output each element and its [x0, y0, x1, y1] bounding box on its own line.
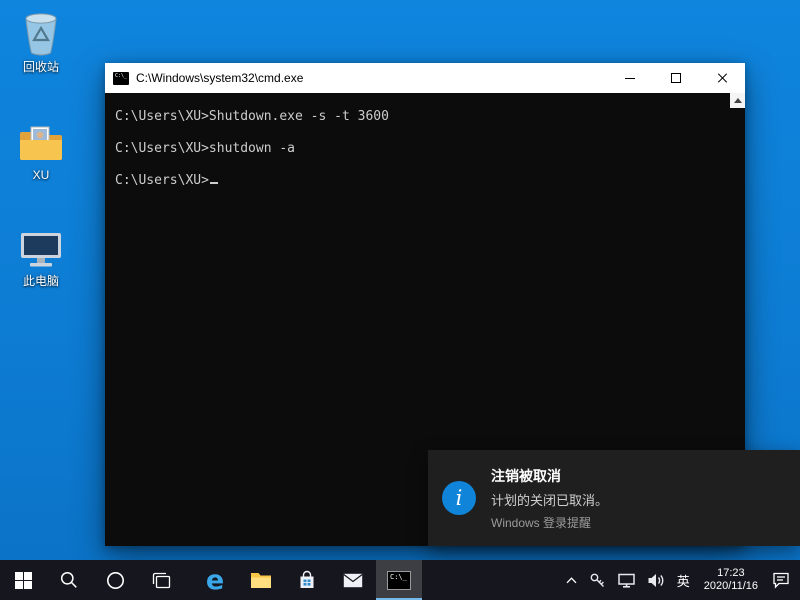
taskbar-clock[interactable]: 17:23 2020/11/16	[696, 560, 766, 600]
console-line: C:\Users\XU>shutdown -a	[115, 141, 721, 156]
taskbar: e C:\_	[0, 560, 800, 600]
info-icon: i	[442, 481, 476, 515]
scroll-up-button[interactable]	[730, 93, 745, 108]
store-icon	[298, 570, 316, 590]
desktop-icon-label: 此电脑	[4, 274, 78, 288]
tray-key-button[interactable]	[583, 560, 612, 600]
file-explorer-button[interactable]	[238, 560, 284, 600]
console-prompt: C:\Users\XU>	[115, 173, 209, 188]
toast-body: 计划的关闭已取消。	[491, 490, 608, 509]
cortana-button[interactable]	[92, 560, 138, 600]
taskbar-spacer	[184, 560, 192, 600]
store-button[interactable]	[284, 560, 330, 600]
close-button[interactable]	[699, 63, 745, 93]
toast-title: 注销被取消	[491, 466, 608, 486]
search-icon	[60, 571, 78, 589]
close-icon	[716, 72, 728, 84]
desktop: 回收站 XU 此电脑	[0, 0, 800, 600]
key-icon	[589, 572, 606, 589]
minimize-button[interactable]	[607, 63, 653, 93]
cmd-app-icon: C:\_	[113, 72, 129, 85]
desktop-icon-this-pc[interactable]: 此电脑	[4, 224, 78, 288]
toast-notification[interactable]: i 注销被取消 计划的关闭已取消。 Windows 登录提醒	[428, 450, 800, 546]
action-center-icon	[772, 572, 790, 589]
edge-button[interactable]: e	[192, 560, 238, 600]
tray-chevron-button[interactable]	[560, 560, 583, 600]
console-line: C:\Users\XU>Shutdown.exe -s -t 3600	[115, 109, 721, 124]
task-view-button[interactable]	[138, 560, 184, 600]
tray-volume-button[interactable]	[641, 560, 671, 600]
text-cursor	[210, 182, 218, 184]
network-icon	[618, 573, 635, 588]
search-button[interactable]	[46, 560, 92, 600]
file-explorer-icon	[250, 571, 272, 589]
windows-logo-icon	[15, 572, 32, 589]
chevron-up-icon	[566, 577, 577, 584]
desktop-icon-label: XU	[4, 168, 78, 182]
cmd-taskbar-button[interactable]: C:\_	[376, 560, 422, 600]
edge-icon: e	[206, 567, 224, 594]
desktop-icon-label: 回收站	[4, 60, 78, 74]
cmd-icon: C:\_	[387, 571, 411, 590]
volume-icon	[647, 573, 665, 588]
task-view-icon	[152, 572, 171, 589]
user-folder-icon	[4, 118, 78, 164]
mail-button[interactable]	[330, 560, 376, 600]
cmd-titlebar[interactable]: C:\_ C:\Windows\system32\cmd.exe	[105, 63, 745, 93]
minimize-icon	[625, 78, 635, 79]
tray-network-button[interactable]	[612, 560, 641, 600]
desktop-icon-user-folder[interactable]: XU	[4, 118, 78, 182]
clock-time: 17:23	[717, 567, 745, 580]
cortana-icon	[106, 571, 125, 590]
this-pc-icon	[4, 224, 78, 270]
ime-indicator[interactable]: 英	[671, 560, 696, 600]
window-title: C:\Windows\system32\cmd.exe	[136, 71, 607, 85]
recycle-bin-icon	[4, 10, 78, 56]
system-tray: 英 17:23 2020/11/16	[560, 560, 800, 600]
toast-source: Windows 登录提醒	[491, 514, 608, 531]
maximize-button[interactable]	[653, 63, 699, 93]
mail-icon	[343, 573, 363, 588]
scroll-up-icon	[734, 98, 742, 103]
console-prompt-line: C:\Users\XU>	[115, 173, 721, 188]
start-button[interactable]	[0, 560, 46, 600]
clock-date: 2020/11/16	[704, 580, 758, 593]
desktop-icon-recycle-bin[interactable]: 回收站	[4, 10, 78, 74]
maximize-icon	[671, 73, 681, 83]
action-center-button[interactable]	[766, 560, 796, 600]
